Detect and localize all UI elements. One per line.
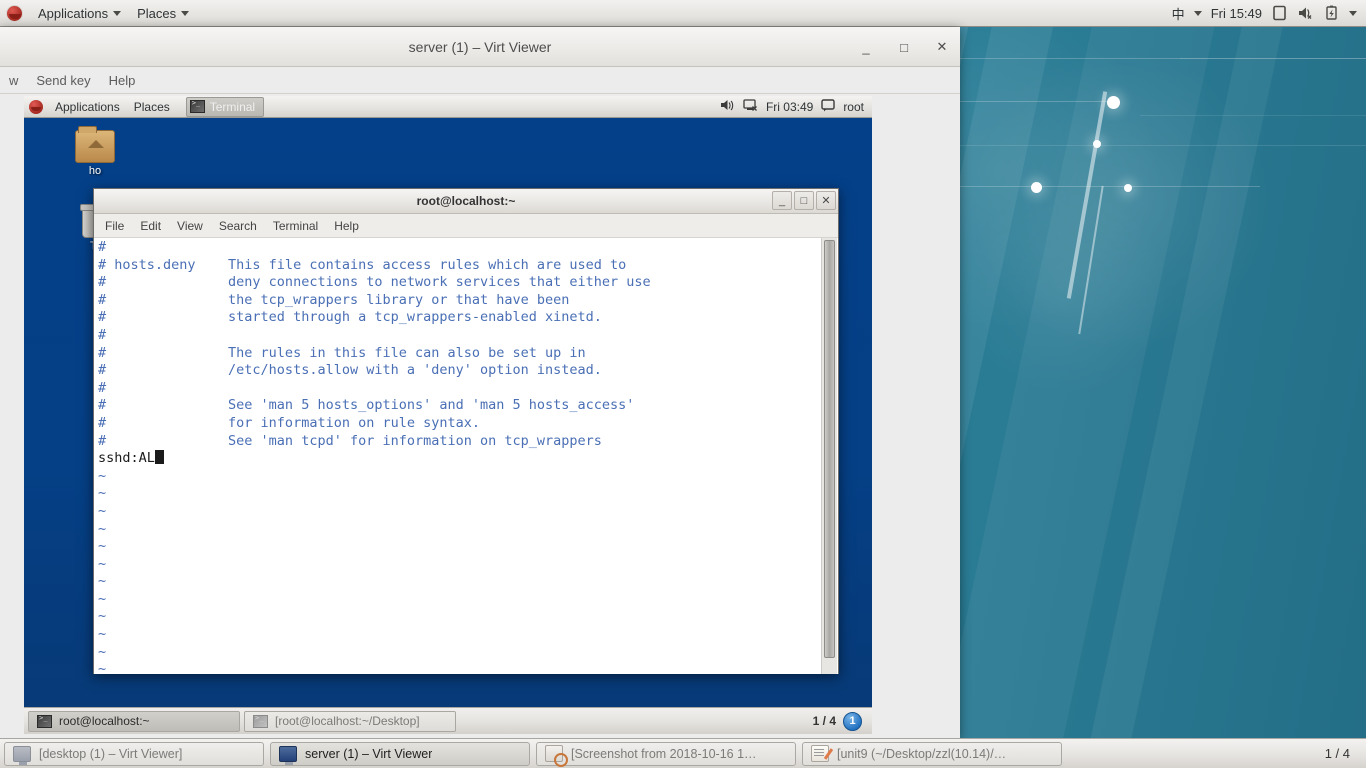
taskbar-item-label: server (1) – Virt Viewer [305,746,433,761]
taskbar-item-unit9-document[interactable]: [unit9 (~/Desktop/zzl(10.14)/… [802,741,1062,766]
wallpaper-line [1140,115,1366,116]
terminal-scrollbar[interactable] [821,238,837,674]
wallpaper-line [960,101,1120,102]
terminal-title: root@localhost:~ [416,194,516,208]
guest-screen: Applications Places Terminal Fri 03:49 r… [24,96,872,734]
guest-panel-window-terminal[interactable]: Terminal [185,96,265,117]
vim-cursor-position: 13,8 [658,672,691,674]
virt-viewer-titlebar[interactable]: server (1) – Virt Viewer _ □ ✕ [0,27,960,67]
guest-taskbar-item-terminal[interactable]: root@localhost:~ [28,710,240,732]
screen: Applications Places 中 Fri 15:49 server (… [0,0,1366,768]
host-panel-tray: 中 Fri 15:49 [1172,4,1366,23]
terminal-menu-edit[interactable]: Edit [132,216,169,236]
screenshot-icon [545,745,568,767]
wallpaper-line [960,186,1260,187]
host-workspace-count: 1 / 4 [1324,746,1350,761]
guest-taskbar-item-label: root@localhost:~ [59,714,150,728]
chevron-down-icon [113,10,122,16]
minimize-button[interactable]: _ [858,40,874,55]
applications-menu[interactable]: Applications [30,3,129,24]
chevron-down-icon[interactable] [1349,10,1357,16]
maximize-button[interactable]: □ [896,40,912,55]
wallpaper-dot [1031,182,1042,193]
ime-indicator[interactable]: 中 [1172,4,1185,23]
guest-top-panel: Applications Places Terminal Fri 03:49 r… [24,96,872,118]
chevron-down-icon[interactable] [1193,10,1202,16]
virt-viewer-menubar: w Send key Help [0,67,960,94]
terminal-menu-view[interactable]: View [169,216,211,236]
terminal-icon [37,714,52,728]
terminal-icon [189,99,205,113]
guest-panel-window-label: Terminal [209,99,256,114]
monitor-icon [279,745,297,765]
terminal-icon [253,714,268,728]
terminal-menubar: File Edit View Search Terminal Help [94,214,838,238]
terminal-scrollbar-thumb[interactable] [824,240,835,658]
guest-applications-menu[interactable]: Applications [48,98,127,116]
guest-workspace-count: 1 / 4 [812,714,836,728]
terminal-window: root@localhost:~ _ □ ✕ File Edit View Se… [93,188,839,674]
chat-icon[interactable] [821,98,836,115]
host-clock[interactable]: Fri 15:49 [1211,6,1262,21]
guest-taskbar: root@localhost:~ [root@localhost:~/Deskt… [24,707,872,734]
terminal-body[interactable]: # # hosts.deny This file contains access… [94,238,838,674]
redhat-logo-icon[interactable] [6,4,23,22]
virt-viewer-window-controls: _ □ ✕ [858,27,950,67]
vim-scroll-scope: All [798,672,822,674]
guest-desktop: ho Tr root@localhost:~ _ □ ✕ File [24,118,872,707]
guest-workspace-badge[interactable]: 1 [843,711,862,731]
menu-send-key[interactable]: Send key [27,69,99,92]
wallpaper-dot [1124,184,1132,192]
chevron-down-icon [181,10,190,16]
taskbar-item-label: [desktop (1) – Virt Viewer] [39,746,183,761]
guest-taskbar-item-label: [root@localhost:~/Desktop] [275,714,420,728]
terminal-close-button[interactable]: ✕ [816,191,836,210]
terminal-menu-search[interactable]: Search [211,216,265,236]
terminal-maximize-button[interactable]: □ [794,191,814,210]
menu-view[interactable]: w [0,69,27,92]
volume-muted-icon[interactable] [1297,5,1314,21]
wallpaper-dot [1093,140,1101,148]
terminal-window-controls: _ □ ✕ [772,191,836,210]
terminal-menu-help[interactable]: Help [326,216,367,236]
monitor-icon [13,745,31,765]
host-top-panel: Applications Places 中 Fri 15:49 [0,0,1366,27]
terminal-minimize-button[interactable]: _ [772,191,792,210]
guest-places-menu[interactable]: Places [127,98,177,116]
terminal-menu-file[interactable]: File [97,216,132,236]
volume-icon[interactable] [720,98,735,115]
places-menu-label: Places [137,5,177,21]
display-icon[interactable] [1271,5,1288,21]
notepad-icon [811,745,829,762]
taskbar-item-desktop-virt-viewer[interactable]: [desktop (1) – Virt Viewer] [4,741,264,766]
guest-user-label[interactable]: root [843,100,864,114]
taskbar-item-server-virt-viewer[interactable]: server (1) – Virt Viewer [270,741,530,766]
terminal-text: # # hosts.deny This file contains access… [98,239,651,674]
terminal-titlebar[interactable]: root@localhost:~ _ □ ✕ [94,189,838,214]
wallpaper-dot [1107,96,1120,109]
desktop-icon-home-label: ho [88,165,102,177]
taskbar-item-screenshot[interactable]: [Screenshot from 2018-10-16 1… [536,741,796,767]
guest-taskbar-item-desktop[interactable]: [root@localhost:~/Desktop] [244,710,456,732]
terminal-menu-terminal[interactable]: Terminal [265,216,326,236]
wallpaper-line [1180,58,1366,59]
battery-icon[interactable] [1323,5,1340,21]
applications-menu-label: Applications [38,5,109,21]
virt-viewer-title: server (1) – Virt Viewer [408,38,552,55]
network-disconnected-icon[interactable] [743,98,758,115]
redhat-logo-icon[interactable] [29,99,43,114]
menu-help[interactable]: Help [100,69,145,92]
wallpaper-line [960,145,1366,146]
host-workspace-indicator[interactable]: 1 / 4 [1325,746,1362,761]
home-folder-icon [75,126,115,163]
taskbar-item-label: [unit9 (~/Desktop/zzl(10.14)/… [837,746,1007,761]
taskbar-item-label: [Screenshot from 2018-10-16 1… [571,746,757,761]
close-button[interactable]: ✕ [934,39,950,55]
desktop-icon-home[interactable]: ho [64,126,126,177]
host-taskbar: [desktop (1) – Virt Viewer] server (1) –… [0,738,1366,768]
places-menu[interactable]: Places [129,3,197,24]
guest-panel-tray: Fri 03:49 root [720,98,872,115]
guest-workspace-switcher[interactable]: 1 / 4 1 [812,711,868,731]
guest-clock[interactable]: Fri 03:49 [766,100,813,114]
